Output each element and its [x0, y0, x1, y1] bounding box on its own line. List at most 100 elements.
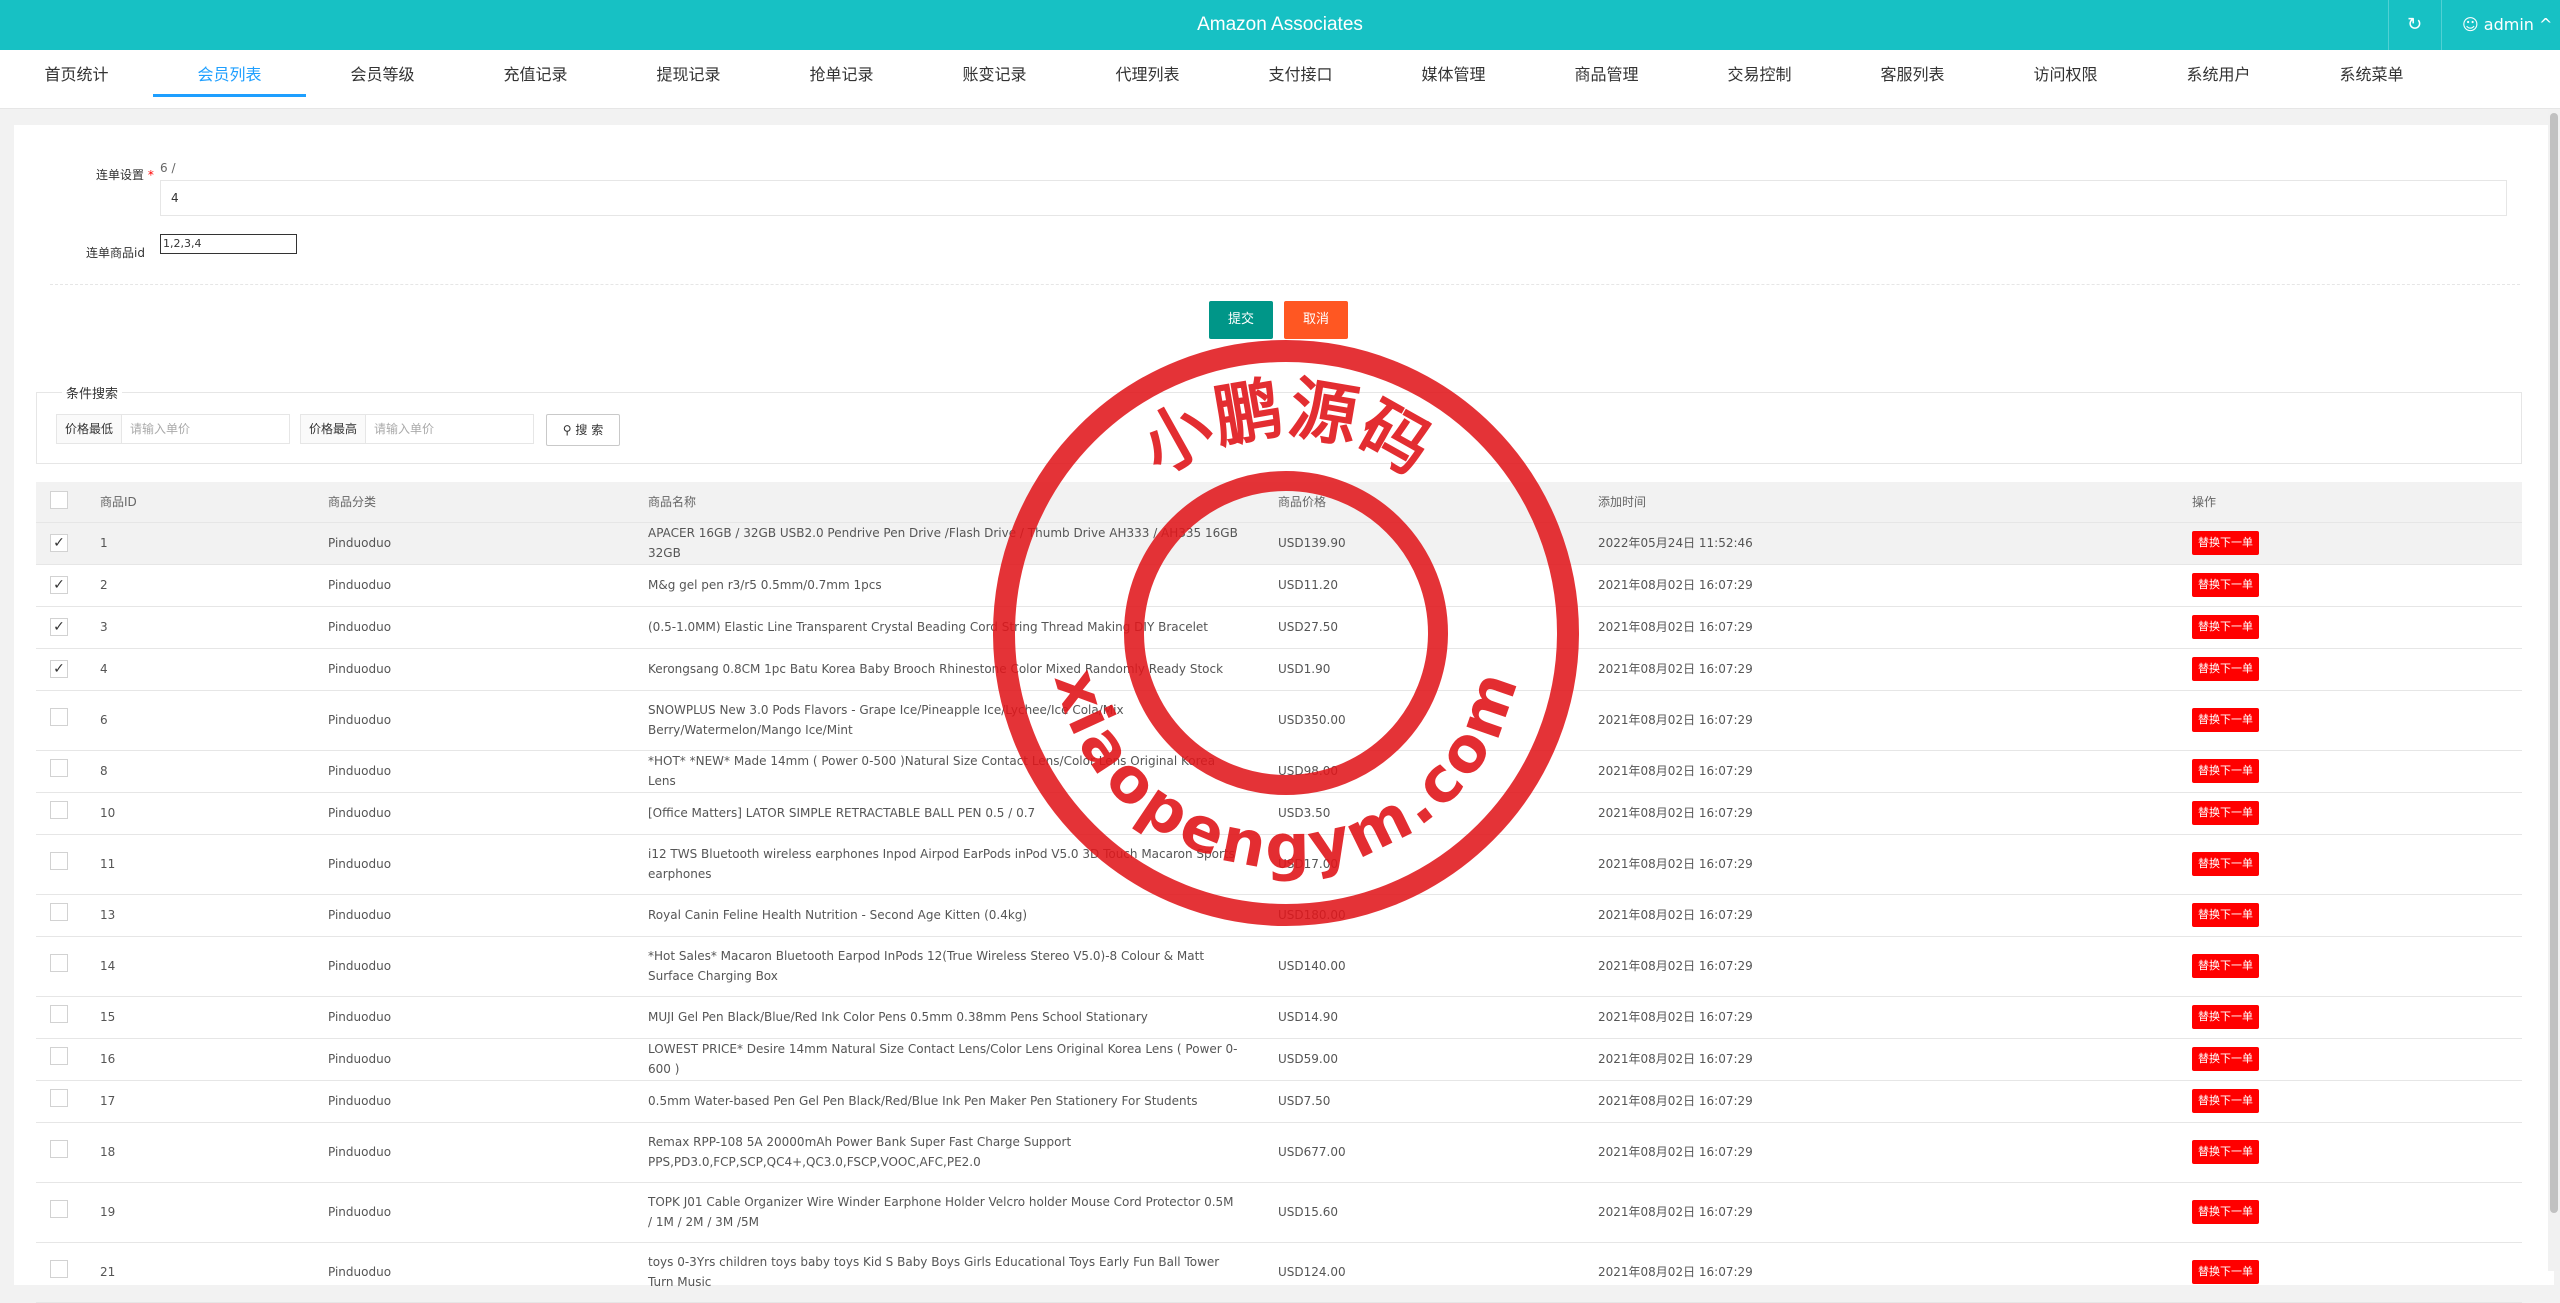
select-all-checkbox[interactable]: [50, 491, 68, 510]
price-max-label: 价格最高: [301, 415, 367, 443]
replace-next-order-button[interactable]: 替换下一单: [2192, 1089, 2259, 1113]
cancel-button[interactable]: 取消: [1284, 301, 1348, 339]
row-checkbox[interactable]: [50, 1005, 68, 1023]
lian-dan-input[interactable]: 4: [160, 180, 2507, 216]
replace-next-order-button[interactable]: 替换下一单: [2192, 1140, 2259, 1164]
cell-action: 替换下一单: [2174, 564, 2522, 607]
user-menu[interactable]: ☺ admin ^: [2441, 0, 2560, 50]
cell-name: MUJI Gel Pen Black/Blue/Red Ink Color Pe…: [630, 996, 1260, 1039]
nav-item[interactable]: 媒体管理: [1377, 50, 1530, 97]
row-checkbox[interactable]: [50, 1140, 68, 1158]
cell-action: 替换下一单: [2174, 996, 2522, 1039]
cell-id: 11: [82, 834, 310, 895]
row-checkbox-cell: [36, 996, 82, 1039]
row-checkbox[interactable]: [50, 954, 68, 972]
replace-next-order-button[interactable]: 替换下一单: [2192, 573, 2259, 597]
nav-item[interactable]: 抢单记录: [765, 50, 918, 97]
submit-button[interactable]: 提交: [1209, 301, 1273, 339]
table-row[interactable]: 14 Pinduoduo *Hot Sales* Macaron Bluetooth…: [36, 936, 2522, 997]
table-row[interactable]: 21 Pinduoduo toys 0-3Yrs children toys bab…: [36, 1242, 2522, 1303]
cell-category: Pinduoduo: [310, 1080, 630, 1123]
cell-name: *Hot Sales* Macaron Bluetooth Earpod InP…: [630, 936, 1260, 997]
table-row[interactable]: 13 Pinduoduo Royal Canin Feline Health Nut…: [36, 894, 2522, 937]
cell-price: USD27.50: [1260, 606, 1580, 649]
row-checkbox[interactable]: [50, 1260, 68, 1278]
row-checkbox[interactable]: ✓: [50, 576, 68, 594]
replace-next-order-button[interactable]: 替换下一单: [2192, 852, 2259, 876]
cell-id: 8: [82, 750, 310, 793]
refresh-icon[interactable]: ↻: [2388, 0, 2440, 50]
row-checkbox[interactable]: [50, 1200, 68, 1218]
table-row[interactable]: 6 Pinduoduo SNOWPLUS New 3.0 Pods Flavors …: [36, 690, 2522, 751]
nav-item[interactable]: 系统用户: [2142, 50, 2295, 97]
price-min-input[interactable]: 请输入单价: [122, 415, 289, 443]
row-checkbox[interactable]: [50, 801, 68, 819]
replace-next-order-button[interactable]: 替换下一单: [2192, 657, 2259, 681]
row-checkbox[interactable]: [50, 903, 68, 921]
cell-category: Pinduoduo: [310, 834, 630, 895]
table-row[interactable]: ✓ 2 Pinduoduo M&g gel pen r3/r5 0.5mm/0.7mm…: [36, 564, 2522, 607]
row-checkbox[interactable]: ✓: [50, 534, 68, 552]
cell-name: APACER 16GB / 32GB USB2.0 Pendrive Pen D…: [630, 522, 1260, 565]
row-checkbox[interactable]: ✓: [50, 660, 68, 678]
row-checkbox[interactable]: [50, 708, 68, 726]
replace-next-order-button[interactable]: 替换下一单: [2192, 759, 2259, 783]
row-checkbox[interactable]: [50, 759, 68, 777]
row-checkbox[interactable]: [50, 1047, 68, 1065]
nav-item[interactable]: 访问权限: [1989, 50, 2142, 97]
search-button[interactable]: ⚲ 搜 索: [546, 414, 620, 446]
replace-next-order-button[interactable]: 替换下一单: [2192, 708, 2259, 732]
table-row[interactable]: ✓ 1 Pinduoduo APACER 16GB / 32GB USB2.0 Pen…: [36, 522, 2522, 565]
cell-time: 2021年08月02日 16:07:29: [1580, 648, 2174, 691]
replace-next-order-button[interactable]: 替换下一单: [2192, 1200, 2259, 1224]
row-checkbox[interactable]: [50, 1089, 68, 1107]
nav-item[interactable]: 系统菜单: [2295, 50, 2448, 97]
row-checkbox-cell: [36, 834, 82, 895]
cell-price: USD139.90: [1260, 522, 1580, 565]
replace-next-order-button[interactable]: 替换下一单: [2192, 1005, 2259, 1029]
replace-next-order-button[interactable]: 替换下一单: [2192, 903, 2259, 927]
table-row[interactable]: 10 Pinduoduo [Office Matters] LATOR SIMPLE…: [36, 792, 2522, 835]
nav-item[interactable]: 会员等级: [306, 50, 459, 97]
table-row[interactable]: 11 Pinduoduo i12 TWS Bluetooth wireless ea…: [36, 834, 2522, 895]
table-row[interactable]: 18 Pinduoduo Remax RPP-108 5A 20000mAh Pow…: [36, 1122, 2522, 1183]
nav-item[interactable]: 交易控制: [1683, 50, 1836, 97]
table-row[interactable]: 8 Pinduoduo *HOT* *NEW* Made 14mm ( Power …: [36, 750, 2522, 793]
nav-item[interactable]: 客服列表: [1836, 50, 1989, 97]
row-checkbox[interactable]: ✓: [50, 618, 68, 636]
cell-price: USD1.90: [1260, 648, 1580, 691]
table-row[interactable]: ✓ 4 Pinduoduo Kerongsang 0.8CM 1pc Batu Kor…: [36, 648, 2522, 691]
replace-next-order-button[interactable]: 替换下一单: [2192, 615, 2259, 639]
goods-id-input[interactable]: 1,2,3,4: [160, 234, 297, 254]
price-max-input[interactable]: 请输入单价: [366, 415, 533, 443]
table-row[interactable]: 17 Pinduoduo 0.5mm Water-based Pen Gel Pen…: [36, 1080, 2522, 1123]
cell-action: 替换下一单: [2174, 1182, 2522, 1243]
replace-next-order-button[interactable]: 替换下一单: [2192, 1260, 2259, 1284]
nav-item[interactable]: 支付接口: [1224, 50, 1377, 97]
table-header-row: 商品ID 商品分类 商品名称 商品价格 添加时间 操作: [36, 482, 2522, 523]
nav-item[interactable]: 充值记录: [459, 50, 612, 97]
nav-item[interactable]: 账变记录: [918, 50, 1071, 97]
replace-next-order-button[interactable]: 替换下一单: [2192, 801, 2259, 825]
table-row[interactable]: 15 Pinduoduo MUJI Gel Pen Black/Blue/Red I…: [36, 996, 2522, 1039]
row-checkbox-cell: [36, 690, 82, 751]
nav-item[interactable]: 代理列表: [1071, 50, 1224, 97]
cell-category: Pinduoduo: [310, 1242, 630, 1303]
replace-next-order-button[interactable]: 替换下一单: [2192, 954, 2259, 978]
nav-item[interactable]: 提现记录: [612, 50, 765, 97]
cell-time: 2022年05月24日 11:52:46: [1580, 522, 2174, 565]
page-scrollbar[interactable]: [2548, 109, 2560, 1271]
replace-next-order-button[interactable]: 替换下一单: [2192, 531, 2259, 555]
nav-item[interactable]: 商品管理: [1530, 50, 1683, 97]
nav-item[interactable]: 首页统计: [0, 50, 153, 97]
table-row[interactable]: 19 Pinduoduo TOPK J01 Cable Organizer Wire…: [36, 1182, 2522, 1243]
cell-id: 13: [82, 894, 310, 937]
scrollbar-thumb[interactable]: [2550, 113, 2558, 1213]
table-row[interactable]: 16 Pinduoduo LOWEST PRICE* Desire 14mm Nat…: [36, 1038, 2522, 1081]
table-row[interactable]: ✓ 3 Pinduoduo (0.5-1.0MM) Elastic Line Tran…: [36, 606, 2522, 649]
replace-next-order-button[interactable]: 替换下一单: [2192, 1047, 2259, 1071]
row-checkbox[interactable]: [50, 852, 68, 870]
nav-item[interactable]: 会员列表: [153, 50, 306, 97]
cell-name: M&g gel pen r3/r5 0.5mm/0.7mm 1pcs: [630, 564, 1260, 607]
main-nav: 首页统计 会员列表 会员等级 充值记录 提现记录 抢单记录 账变记录 代理列表 支付接口 媒体管理…: [0, 50, 2560, 109]
